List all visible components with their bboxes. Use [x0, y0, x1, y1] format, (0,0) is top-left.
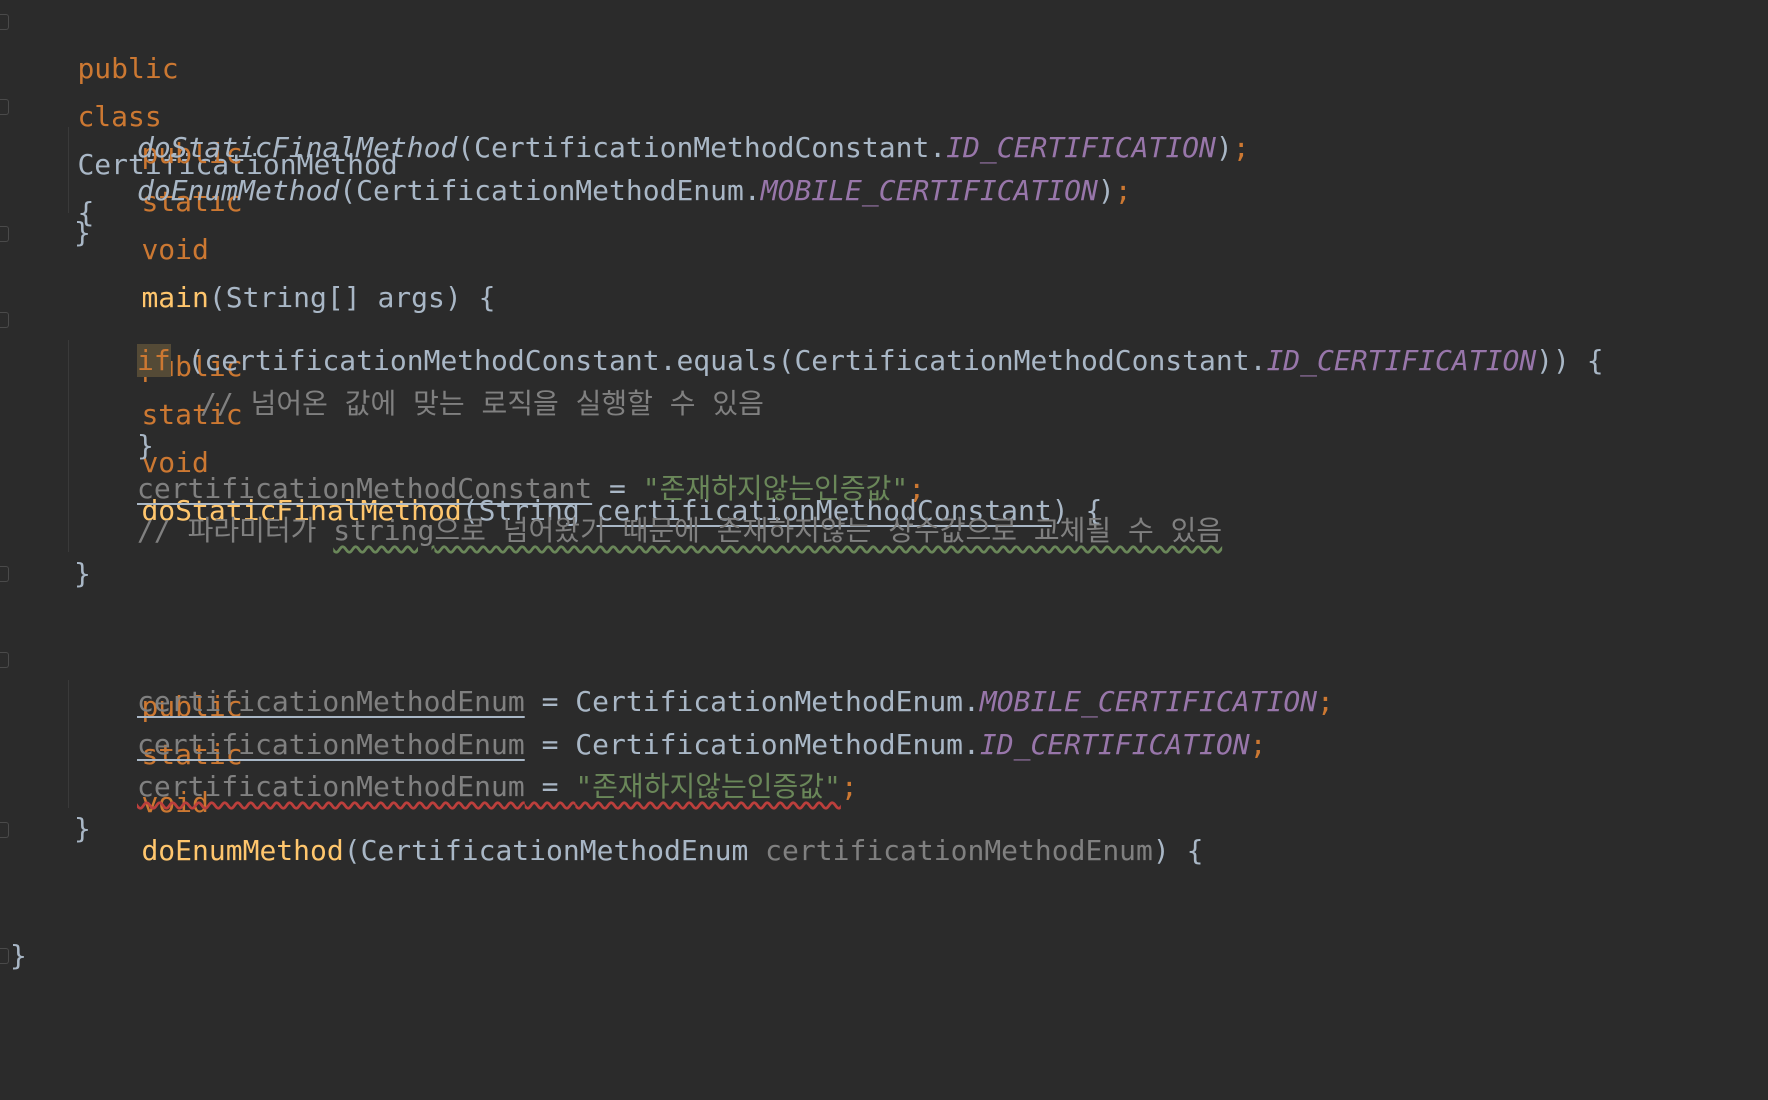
constant: ID_CERTIFICATION: [1266, 344, 1537, 377]
comment: // 넘어온 값에 맞는 로직을 실행할 수 있음: [200, 387, 764, 420]
variable-error: certificationMethodEnum: [137, 770, 525, 803]
code-line[interactable]: public static void doStaticFinalMethod(S…: [74, 295, 1102, 527]
code-line[interactable]: certificationMethodEnum = "존재하지않는인증값";: [137, 763, 858, 811]
param-type: (CertificationMethodEnum: [343, 834, 766, 867]
assign: = CertificationMethodEnum.: [524, 685, 980, 718]
semicolon: ;: [1249, 728, 1267, 761]
fold-icon[interactable]: [0, 226, 9, 242]
condition: (certificationMethodConstant.equals(Cert…: [170, 344, 1267, 377]
constant: ID_CERTIFICATION: [979, 728, 1250, 761]
variable: certificationMethodConstant: [137, 472, 593, 505]
constant: MOBILE_CERTIFICATION: [979, 685, 1318, 718]
brace: }: [74, 812, 91, 845]
keyword: public: [77, 52, 179, 85]
method-call: doStaticFinalMethod: [137, 131, 458, 164]
comment-typo: 으로 넘어왔기 때문에 존재하지않는 상수값으로 교체될 수 있음: [434, 514, 1223, 547]
method-name: doEnumMethod: [141, 834, 344, 867]
paren: ): [1215, 131, 1233, 164]
call-args: (CertificationMethodConstant.: [457, 131, 947, 164]
parameter: certificationMethodEnum: [765, 834, 1153, 867]
code-line[interactable]: if (certificationMethodConstant.equals(C…: [137, 337, 1604, 385]
variable: certificationMethodEnum: [137, 728, 525, 761]
brace: }: [74, 216, 91, 249]
semicolon: ;: [908, 472, 926, 505]
fold-icon[interactable]: [0, 822, 9, 838]
code-line[interactable]: }: [74, 209, 91, 257]
keyword: void: [141, 233, 209, 266]
brace: }: [10, 939, 27, 972]
variable: certificationMethodEnum: [137, 685, 525, 718]
code-line[interactable]: certificationMethodConstant = "존재하지않는인증값…: [137, 465, 925, 513]
code-line[interactable]: doStaticFinalMethod(CertificationMethodC…: [137, 124, 1250, 172]
code-line[interactable]: certificationMethodEnum = CertificationM…: [137, 721, 1266, 769]
fold-icon[interactable]: [0, 14, 9, 30]
code-line[interactable]: public class CertificationMethod {: [10, 0, 397, 229]
string-literal-error: "존재하지않는인증값": [575, 770, 841, 803]
code-line[interactable]: }: [74, 550, 91, 598]
fold-icon[interactable]: [0, 312, 9, 328]
code-line[interactable]: // 파라미터가 string으로 넘어왔기 때문에 존재하지않는 상수값으로 …: [137, 507, 1222, 555]
code-editor[interactable]: public class CertificationMethod { publi…: [0, 0, 1768, 1100]
semicolon: ;: [1114, 174, 1132, 207]
comment-typo: string: [333, 514, 435, 547]
constant: ID_CERTIFICATION: [946, 131, 1216, 164]
fold-icon[interactable]: [0, 948, 9, 964]
fold-icon[interactable]: [0, 99, 9, 115]
constant: MOBILE_CERTIFICATION: [760, 174, 1098, 207]
fold-icon[interactable]: [0, 566, 9, 582]
assign: =: [592, 472, 643, 505]
brace: }: [137, 429, 154, 462]
assign: = CertificationMethodEnum.: [524, 728, 980, 761]
fold-icon[interactable]: [0, 652, 9, 668]
brace: }: [74, 557, 91, 590]
assign-error: =: [524, 770, 576, 803]
code-line[interactable]: // 넘어온 값에 맞는 로직을 실행할 수 있음: [200, 380, 764, 428]
code-line[interactable]: public static void main(String[] args) {: [74, 82, 495, 314]
paren: ): [1097, 174, 1115, 207]
brace: ) {: [1152, 834, 1204, 867]
brace: )) {: [1536, 344, 1604, 377]
semicolon: ;: [1317, 685, 1334, 718]
indent-guide: [68, 340, 69, 552]
indent-guide: [68, 680, 69, 808]
call-args: (CertificationMethodEnum.: [339, 174, 761, 207]
string-literal: "존재하지않는인증값": [642, 472, 909, 505]
code-line[interactable]: }: [74, 805, 91, 853]
keyword-if: if: [137, 344, 171, 377]
code-line[interactable]: doEnumMethod(CertificationMethodEnum.MOB…: [137, 167, 1132, 215]
code-line[interactable]: }: [10, 932, 27, 980]
comment: // 파라미터가: [137, 514, 334, 547]
code-line[interactable]: certificationMethodEnum = CertificationM…: [137, 678, 1334, 726]
code-line[interactable]: }: [137, 422, 154, 470]
semicolon: ;: [840, 770, 858, 803]
code-line[interactable]: public static void doEnumMethod(Certific…: [74, 635, 1203, 867]
semicolon: ;: [1232, 131, 1250, 164]
method-call: doEnumMethod: [137, 174, 340, 207]
